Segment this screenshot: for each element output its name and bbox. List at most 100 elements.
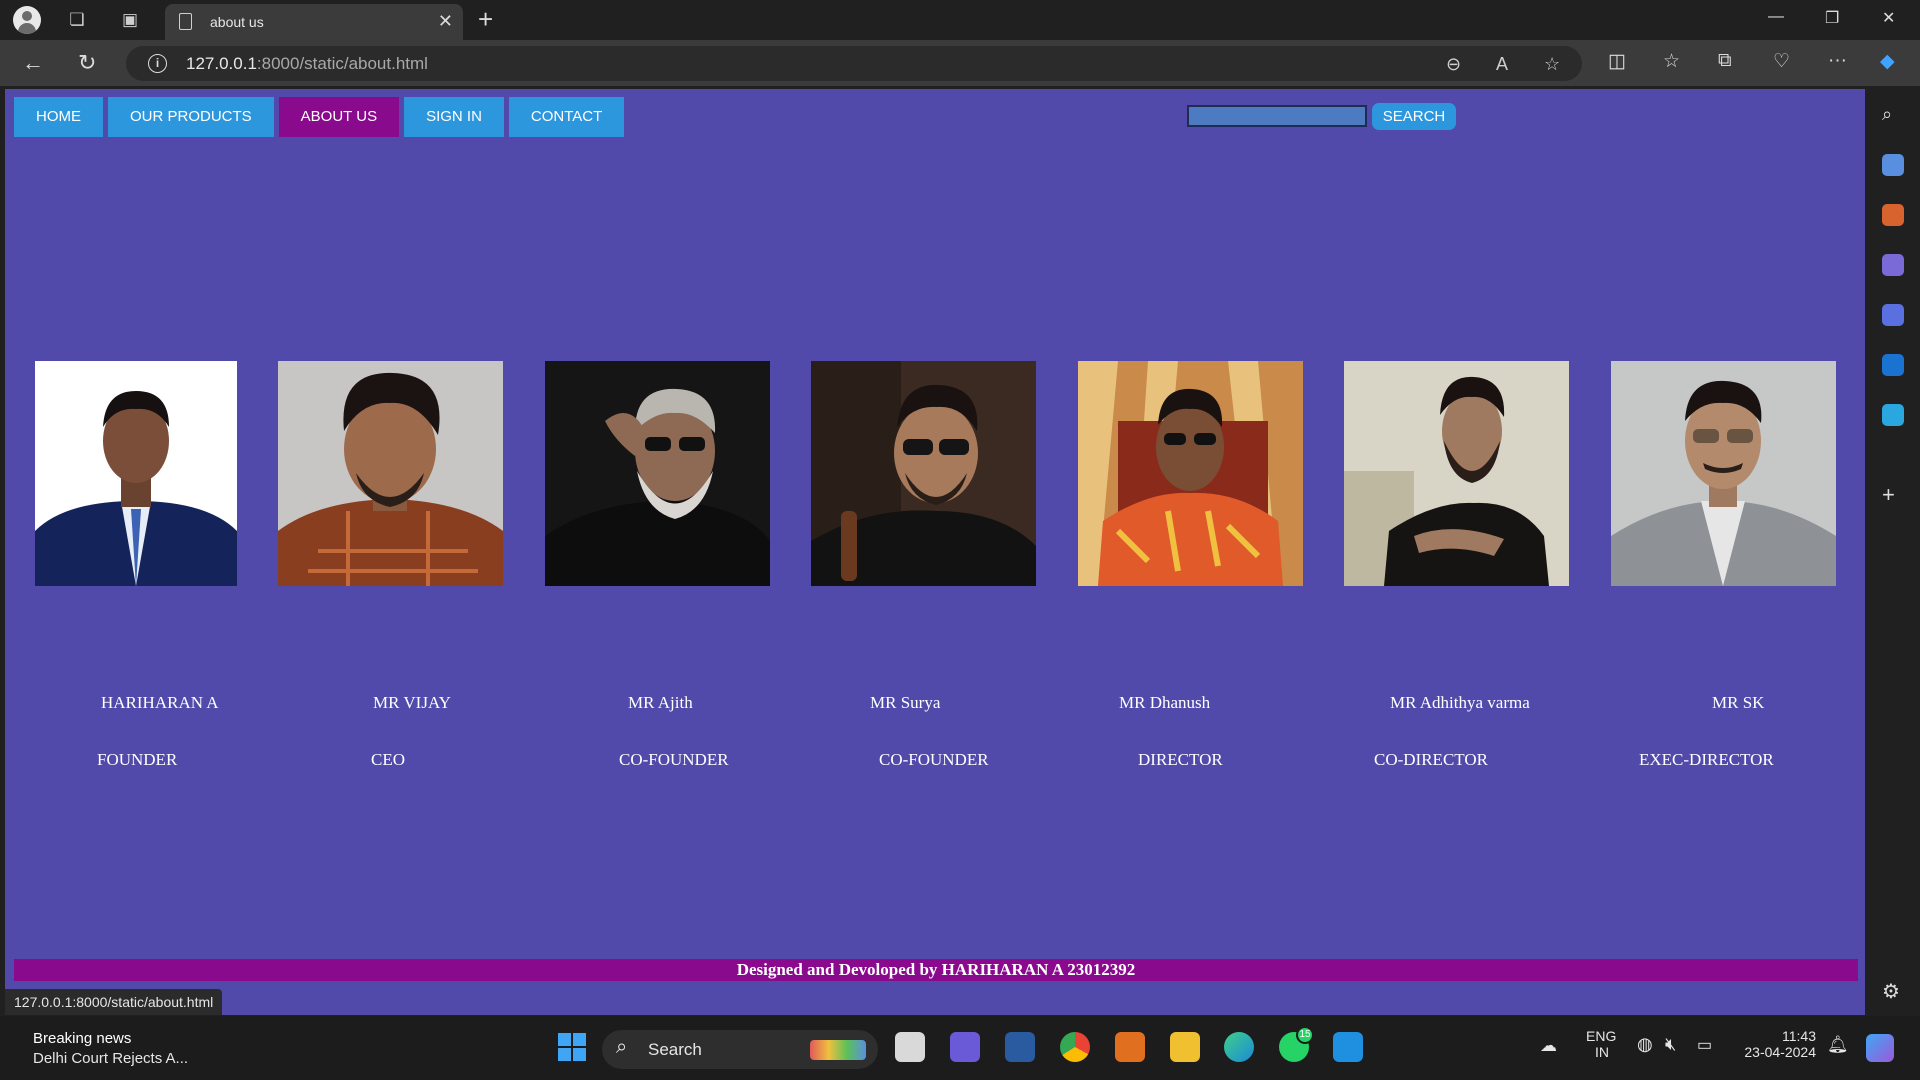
search-highlight-icon — [810, 1040, 866, 1060]
zoom-icon[interactable]: ⊖ — [1446, 54, 1461, 75]
games-icon[interactable] — [1882, 254, 1904, 276]
member-name: MR Ajith — [628, 693, 693, 712]
whatsapp-icon[interactable]: 15 — [1279, 1026, 1314, 1062]
profile-avatar[interactable] — [13, 6, 41, 34]
edge-sidebar: ⌕ + ⚙ — [1866, 86, 1920, 1016]
nav-our-products[interactable]: OUR PRODUCTS — [108, 97, 274, 137]
new-tab-icon[interactable]: + — [478, 4, 493, 35]
copilot-tray-icon[interactable] — [1866, 1034, 1894, 1062]
member-role: CO-FOUNDER — [619, 750, 729, 769]
member-name: MR SK — [1712, 693, 1765, 712]
network-icon[interactable]: ◍ — [1637, 1034, 1653, 1055]
url-field[interactable]: i 127.0.0.1:8000/static/about.html ⊖ A ☆ — [126, 46, 1582, 81]
member-name: MR VIJAY — [373, 693, 451, 712]
member-name: HARIHARAN A — [101, 693, 219, 712]
search-icon[interactable]: ⌕ — [1882, 104, 1904, 126]
region-code: IN — [1595, 1044, 1609, 1060]
member-photo-vijay — [278, 361, 503, 586]
vscode-icon[interactable] — [1333, 1032, 1363, 1062]
volume-muted-icon[interactable]: 🔇︎ — [1665, 1034, 1676, 1055]
page-footer: Designed and Devoloped by HARIHARAN A 23… — [14, 959, 1858, 981]
member-photo-ajith — [545, 361, 770, 586]
nav-sign-in[interactable]: SIGN IN — [404, 97, 504, 137]
member-name: MR Adhithya varma — [1390, 693, 1530, 712]
whatsapp-badge: 15 — [1296, 1026, 1314, 1044]
collections-icon[interactable]: ⧉ — [1718, 50, 1732, 72]
edge-icon[interactable] — [1224, 1032, 1254, 1062]
restore-icon[interactable]: ❐ — [1825, 8, 1839, 28]
member-role: FOUNDER — [97, 750, 178, 769]
member-role: CEO — [371, 750, 405, 769]
sidebar-settings-icon[interactable]: ⚙ — [1882, 979, 1904, 1003]
minimize-icon[interactable]: — — [1768, 8, 1784, 26]
nav-contact[interactable]: CONTACT — [508, 97, 625, 137]
browser-essentials-icon[interactable]: ♡ — [1773, 50, 1790, 73]
favorites-icon[interactable]: ☆ — [1663, 50, 1680, 73]
language-indicator[interactable]: ENG IN — [1586, 1028, 1616, 1060]
news-title: Breaking news — [33, 1030, 132, 1047]
member-role: CO-FOUNDER — [879, 750, 989, 769]
app-in-icon[interactable] — [1115, 1032, 1145, 1062]
task-view-icon[interactable] — [895, 1032, 925, 1062]
member-role: EXEC-DIRECTOR — [1639, 750, 1774, 769]
close-tab-icon[interactable]: ✕ — [438, 11, 453, 32]
language-code: ENG — [1586, 1028, 1617, 1044]
more-menu-icon[interactable]: ··· — [1828, 50, 1847, 72]
url-text: 127.0.0.1:8000/static/about.html — [186, 54, 428, 73]
site-info-icon[interactable]: i — [148, 54, 167, 73]
favorite-star-icon[interactable]: ☆ — [1544, 54, 1560, 75]
file-explorer-icon[interactable] — [1170, 1032, 1200, 1062]
member-photo-surya — [811, 361, 1036, 586]
address-bar-row: ← ↻ i 127.0.0.1:8000/static/about.html ⊖… — [0, 40, 1920, 86]
clock[interactable]: 11:43 23-04-2024 — [1738, 1028, 1816, 1060]
app-icon[interactable] — [1005, 1032, 1035, 1062]
team-section: HARIHARAN A MR VIJAY MR Ajith MR Surya M… — [5, 361, 1865, 769]
start-button[interactable] — [557, 1032, 587, 1062]
page-viewport: HOME OUR PRODUCTS ABOUT US SIGN IN CONTA… — [5, 89, 1865, 1015]
clock-time: 11:43 — [1782, 1028, 1816, 1044]
copilot-sidebar-icon[interactable] — [1882, 304, 1904, 326]
notification-bell-icon[interactable]: 🔔︎ — [1827, 1035, 1849, 1055]
taskbar-search[interactable]: ⌕ Search — [602, 1030, 878, 1069]
member-photo-sk — [1611, 361, 1836, 586]
link-status-url: 127.0.0.1:8000/static/about.html — [5, 989, 223, 1015]
tools-icon[interactable] — [1882, 204, 1904, 226]
workspaces-icon[interactable]: ❏ — [64, 7, 90, 33]
nav-about-us[interactable]: ABOUT US — [278, 97, 400, 137]
member-name: MR Dhanush — [1119, 693, 1211, 712]
news-headline: Delhi Court Rejects A... — [33, 1050, 189, 1067]
outlook-icon[interactable] — [1882, 354, 1904, 376]
browser-tab-bar: ❏ ▣ about us ✕ + — ❐ ✕ — [0, 0, 1920, 40]
vertical-tabs-icon[interactable]: ▣ — [117, 7, 143, 33]
telegram-icon[interactable] — [1882, 404, 1904, 426]
member-photo-dhanush — [1078, 361, 1303, 586]
copilot-icon[interactable]: ◆ — [1880, 50, 1895, 73]
site-search-input[interactable] — [1187, 105, 1367, 127]
read-aloud-icon[interactable]: A — [1496, 54, 1508, 75]
add-sidebar-icon[interactable]: + — [1882, 482, 1904, 507]
shopping-icon[interactable] — [1882, 154, 1904, 176]
member-role: DIRECTOR — [1138, 750, 1223, 769]
member-photo-adhithya-varma — [1344, 361, 1569, 586]
active-tab[interactable]: about us ✕ — [165, 4, 463, 40]
page-icon — [179, 13, 192, 30]
member-role: CO-DIRECTOR — [1374, 750, 1488, 769]
windows-taskbar: Breaking news Delhi Court Rejects A... ⌕… — [0, 1016, 1920, 1080]
site-nav: HOME OUR PRODUCTS ABOUT US SIGN IN CONTA… — [14, 97, 629, 137]
site-search-button[interactable]: SEARCH — [1372, 103, 1456, 130]
refresh-icon[interactable]: ↻ — [78, 50, 96, 76]
taskbar-search-label: Search — [648, 1040, 702, 1059]
clock-date: 23-04-2024 — [1744, 1044, 1816, 1060]
copilot-taskbar-icon[interactable] — [950, 1032, 980, 1062]
back-icon[interactable]: ← — [22, 50, 44, 76]
tab-title: about us — [210, 14, 264, 30]
chrome-icon[interactable] — [1060, 1032, 1090, 1062]
member-name: MR Surya — [870, 693, 941, 712]
search-icon: ⌕ — [616, 1036, 628, 1058]
member-photo-hariharan — [35, 361, 237, 586]
close-window-icon[interactable]: ✕ — [1882, 8, 1895, 28]
onedrive-icon[interactable]: ☁ — [1540, 1036, 1557, 1056]
battery-icon[interactable]: ▭ — [1697, 1035, 1712, 1055]
nav-home[interactable]: HOME — [14, 97, 103, 137]
split-screen-icon[interactable]: ◫ — [1608, 50, 1626, 73]
